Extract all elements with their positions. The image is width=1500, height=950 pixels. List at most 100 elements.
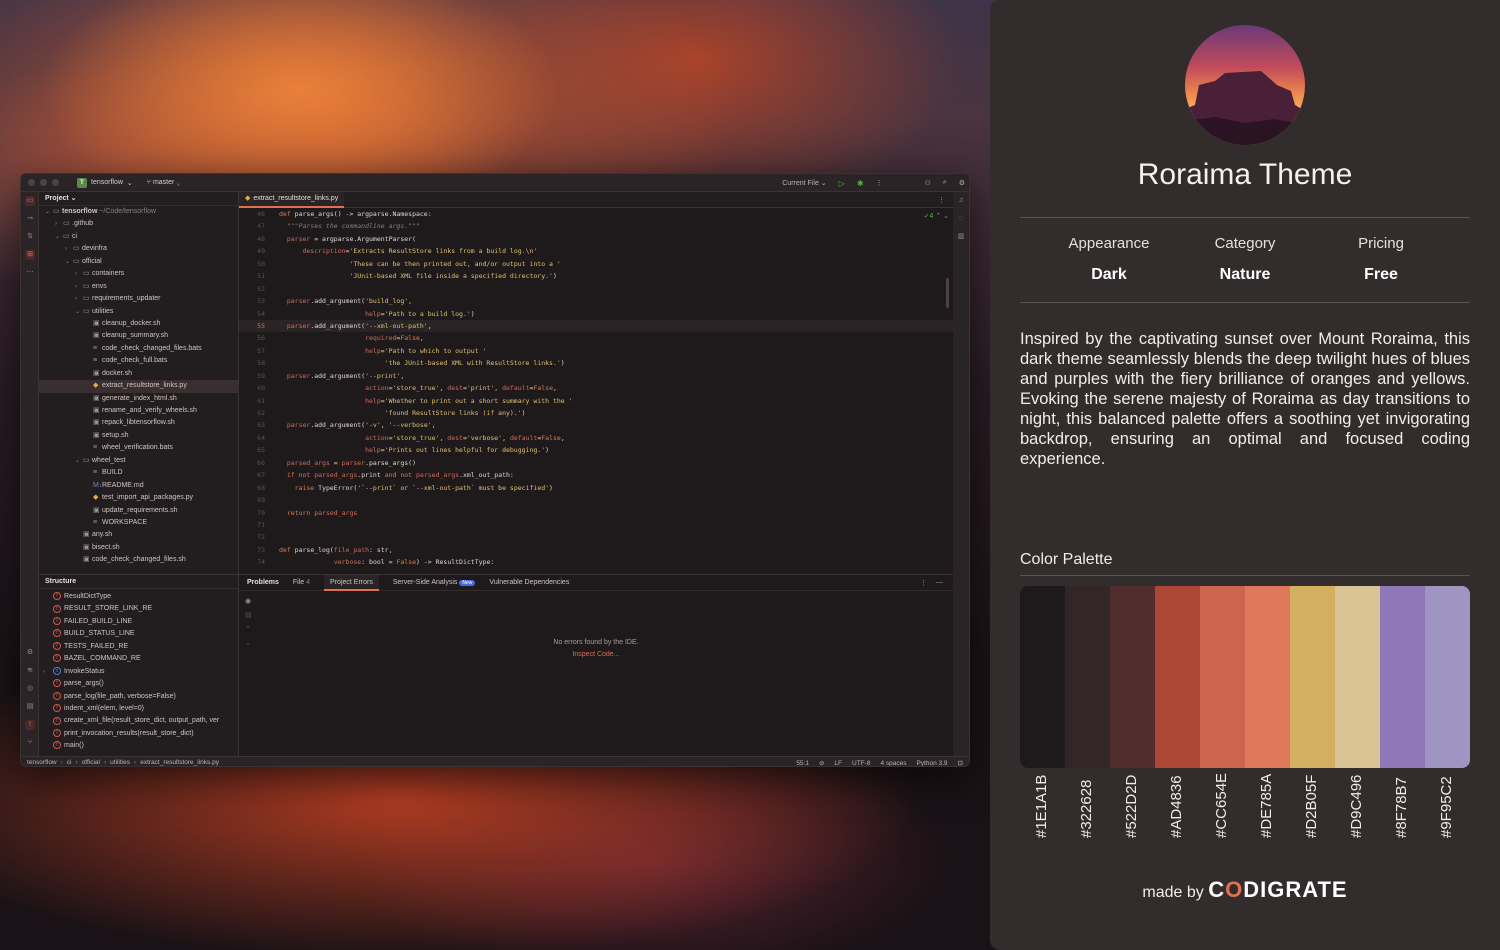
debug-icon[interactable]: ✱ xyxy=(857,179,864,188)
code-line[interactable]: 73 def parse_log(file_path: str, xyxy=(239,544,953,556)
zoom-window-button[interactable] xyxy=(52,179,59,186)
vcs-icon[interactable]: ⊘ xyxy=(819,759,824,766)
tree-item[interactable]: › ▭ .github xyxy=(39,218,238,230)
tree-item[interactable]: ⌄ ▭ official xyxy=(39,256,238,268)
database-icon[interactable]: ▥ xyxy=(956,232,966,242)
code-line[interactable]: 68 raise TypeError('`--print` or `--xml-… xyxy=(239,482,953,494)
lock-icon[interactable]: ⊡ xyxy=(958,759,963,766)
code-line[interactable]: 49 description='Extracts ResultStore lin… xyxy=(239,245,953,257)
tree-item[interactable]: ⌄ ▭ ci xyxy=(39,231,238,243)
editor-scrollbar[interactable] xyxy=(946,278,949,308)
search-icon[interactable]: ⌕ xyxy=(943,179,947,187)
commit-icon[interactable]: ⊸ xyxy=(25,214,35,224)
color-swatch[interactable] xyxy=(1155,586,1200,768)
code-line[interactable]: 64 action='store_true', dest='verbose', … xyxy=(239,432,953,444)
tree-item[interactable]: ▣ bisect.sh xyxy=(39,542,238,554)
color-swatch[interactable] xyxy=(1380,586,1425,768)
code-view[interactable]: 46 def parse_args() -> argparse.Namespace… xyxy=(239,208,953,574)
color-swatch[interactable] xyxy=(1335,586,1380,768)
breadcrumb-item[interactable]: tensorflow xyxy=(27,759,57,766)
structure-item[interactable]: f indent_xml(elem, level=0) xyxy=(39,703,238,715)
folder-icon[interactable]: ▭ xyxy=(25,196,35,206)
structure-item[interactable]: f FAILED_BUILD_LINE xyxy=(39,616,238,628)
git-icon[interactable]: ⑂ xyxy=(25,738,35,748)
tree-item[interactable]: ≡ BUILD xyxy=(39,467,238,479)
color-swatch[interactable] xyxy=(1020,586,1065,768)
code-line[interactable]: 60 action='store_true', dest='print', de… xyxy=(239,382,953,394)
code-line[interactable]: 50 'These can be then printed out, and/o… xyxy=(239,258,953,270)
code-line[interactable]: 58 'the JUnit-based XML with ResultStore… xyxy=(239,357,953,369)
code-line[interactable]: 74 verbose: bool = False) -> ResultDictT… xyxy=(239,556,953,568)
run-icon[interactable]: ▷ xyxy=(839,179,845,188)
tree-item[interactable]: ⌄ ▭ tensorflow ~/Code/tensorflow xyxy=(39,206,238,218)
breadcrumb-item[interactable]: official xyxy=(82,759,100,766)
inspect-code-link[interactable]: Inspect Code... xyxy=(239,651,953,658)
code-line[interactable]: 67 if not parsed_args.print and not pars… xyxy=(239,469,953,481)
breadcrumb-item[interactable]: extract_resultstore_links.py xyxy=(140,759,219,766)
services-icon[interactable]: ◎ xyxy=(25,684,35,694)
notifications-icon[interactable]: ♫ xyxy=(956,196,966,206)
tree-item[interactable]: ▣ generate_index_html.sh xyxy=(39,393,238,405)
structure-item[interactable]: f print_invocation_results(result_store_d… xyxy=(39,728,238,740)
minimize-window-button[interactable] xyxy=(40,179,47,186)
tree-item[interactable]: M↓README.md xyxy=(39,480,238,492)
tree-item[interactable]: ▣ rename_and_verify_wheels.sh xyxy=(39,405,238,417)
color-swatch[interactable] xyxy=(1290,586,1335,768)
group-icon[interactable]: ▤ xyxy=(245,611,252,619)
tree-item[interactable]: › ▭ containers xyxy=(39,268,238,280)
code-line[interactable]: 47 """Parses the commandline args.""" xyxy=(239,220,953,232)
code-line[interactable]: 72 xyxy=(239,531,953,543)
code-line[interactable]: 69 xyxy=(239,494,953,506)
more-icon[interactable]: ⋮ xyxy=(876,179,883,187)
tree-item[interactable]: ⌄ ▭ wheel_test xyxy=(39,455,238,467)
caret-position[interactable]: 55:1 xyxy=(796,760,809,767)
editor-tab-active[interactable]: ◆ extract_resultstore_links.py xyxy=(239,191,345,208)
tree-item[interactable]: ⌄ ▭ utilities xyxy=(39,306,238,318)
ai-assistant-icon[interactable]: ◌ xyxy=(956,214,966,224)
structure-item[interactable]: f BAZEL_COMMAND_RE xyxy=(39,653,238,665)
tree-item[interactable]: ▣ repack_libtensorflow.sh xyxy=(39,417,238,429)
structure-item[interactable]: f main() xyxy=(39,740,238,752)
tab-server-side-analysis[interactable]: Server-Side Analysis New xyxy=(393,575,476,591)
code-line[interactable]: 59 parser.add_argument('--print', xyxy=(239,370,953,382)
color-swatch[interactable] xyxy=(1200,586,1245,768)
breadcrumb-item[interactable]: ci xyxy=(67,759,72,766)
tree-item[interactable]: ◆ extract_resultstore_links.py xyxy=(39,380,238,393)
structure-item[interactable]: f TESTS_FAILED_RE xyxy=(39,641,238,653)
options-icon[interactable]: ⋮ xyxy=(920,579,927,587)
tree-item[interactable]: ≡ code_check_full.bats xyxy=(39,355,238,367)
code-line[interactable]: 63 parser.add_argument('-v', '--verbose'… xyxy=(239,419,953,431)
breadcrumb-item[interactable]: utilities xyxy=(110,759,130,766)
structure-icon[interactable]: ⊞ xyxy=(25,250,35,260)
code-line[interactable]: 62 'found ResultStore links (if any).') xyxy=(239,407,953,419)
tree-item[interactable]: ≡ code_check_changed_files.bats xyxy=(39,343,238,355)
code-line[interactable]: 53 parser.add_argument('build_log', xyxy=(239,295,953,307)
code-line[interactable]: 61 help='Whether to print out a short su… xyxy=(239,395,953,407)
project-switcher[interactable]: T tensorflow ⌄ xyxy=(77,177,133,188)
tree-item[interactable]: ◆ test_import_api_packages.py xyxy=(39,492,238,504)
brand-logo[interactable]: CODIGRATE xyxy=(1208,877,1347,902)
color-swatch[interactable] xyxy=(1425,586,1470,768)
color-swatch[interactable] xyxy=(1110,586,1155,768)
tab-vulnerable-dependencies[interactable]: Vulnerable Dependencies xyxy=(489,575,569,591)
inspection-widget[interactable]: ✓4 ⌃ ⌄ xyxy=(924,212,949,220)
hide-icon[interactable]: — xyxy=(936,579,943,586)
tree-item[interactable]: ≡ WORKSPACE xyxy=(39,517,238,529)
user-icon[interactable]: ⚇ xyxy=(925,179,931,187)
run-config-selector[interactable]: Current File ⌄ xyxy=(782,179,826,187)
tree-item[interactable]: ≡ wheel_verification.bats xyxy=(39,442,238,454)
interpreter[interactable]: Python 3.9 xyxy=(916,760,947,767)
color-swatch[interactable] xyxy=(1065,586,1110,768)
tree-item[interactable]: ▣ any.sh xyxy=(39,529,238,541)
structure-item[interactable]: f create_xml_file(result_store_dict, outp… xyxy=(39,715,238,727)
tree-item[interactable]: › ▭ requirements_updater xyxy=(39,293,238,305)
tree-item[interactable]: ▣ setup.sh xyxy=(39,430,238,442)
code-line[interactable]: 66 parsed_args = parser.parse_args() xyxy=(239,457,953,469)
structure-item[interactable]: f parse_log(file_path, verbose=False) xyxy=(39,691,238,703)
layers-icon[interactable]: ≋ xyxy=(25,666,35,676)
code-line[interactable]: 55 parser.add_argument('--xml-out-path', xyxy=(239,319,953,333)
project-pane-header[interactable]: Project ⌄ xyxy=(39,192,238,206)
eye-icon[interactable]: ◉ xyxy=(245,597,251,605)
branch-switcher[interactable]: ⑂ master ⌄ xyxy=(147,179,181,186)
code-line[interactable]: 70 return parsed_args xyxy=(239,507,953,519)
